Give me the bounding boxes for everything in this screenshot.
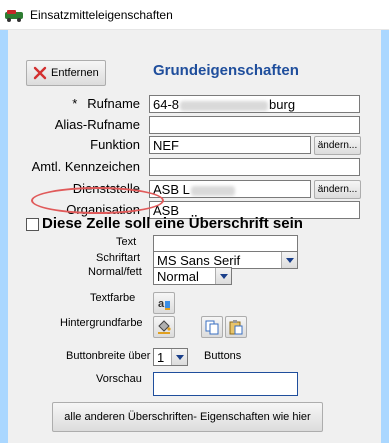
section-heading: Grundeigenschaften (153, 62, 299, 79)
chevron-down-icon[interactable] (281, 252, 297, 268)
heading-checkbox[interactable] (26, 218, 39, 231)
rufname-field[interactable]: 64-8 burg (149, 95, 360, 113)
text-label: Text (116, 236, 137, 248)
preview-box (153, 372, 298, 396)
buttonwidth-label: Buttonbreite über (66, 350, 151, 362)
paste-format-button[interactable] (225, 316, 247, 338)
style-label: Normal/fett (88, 266, 142, 278)
delete-button[interactable]: Entfernen (26, 60, 106, 86)
funktion-change-button[interactable]: ändern... (314, 136, 361, 155)
properties-pane: Entfernen Grundeigenschaften * Rufname 64… (8, 30, 381, 443)
funktion-field[interactable]: NEF (149, 136, 311, 154)
window-title: Einsatzmitteleigenschaften (30, 7, 173, 22)
background-color-button[interactable] (153, 316, 175, 338)
buttonwidth-select[interactable]: 1 (153, 348, 188, 366)
kennzeichen-label: Amtl. Kennzeichen (31, 159, 140, 174)
textcolor-label: Textfarbe (90, 292, 136, 304)
title-bar: Einsatzmitteleigenschaften (0, 0, 389, 30)
text-color-icon: a (158, 298, 170, 310)
delete-button-label: Entfernen (51, 67, 99, 79)
buttonwidth-unit: Buttons (204, 350, 242, 362)
dienststelle-field[interactable]: ASB L (149, 180, 311, 198)
rufname-label: * Rufname (72, 96, 140, 111)
bgcolor-label: Hintergrundfarbe (60, 317, 143, 329)
required-mark: * (72, 96, 78, 111)
svg-text:a: a (158, 298, 165, 310)
apply-all-headings-button[interactable]: alle anderen Überschriften- Eigenschafte… (52, 402, 323, 432)
funktion-label: Funktion (90, 137, 140, 152)
paint-bucket-icon (158, 320, 171, 334)
chevron-down-icon[interactable] (215, 268, 231, 284)
heading-checkbox-label: Diese Zelle soll eine Überschrift sein (42, 215, 303, 232)
text-color-button[interactable]: a (153, 292, 175, 314)
style-select[interactable]: Normal (153, 267, 232, 285)
dienststelle-change-button[interactable]: ändern... (314, 180, 361, 199)
preview-label: Vorschau (96, 373, 142, 385)
chevron-down-icon[interactable] (171, 349, 187, 365)
font-label: Schriftart (96, 252, 141, 264)
kennzeichen-field[interactable] (149, 158, 360, 176)
close-icon (33, 66, 47, 80)
redacted-text (180, 100, 269, 111)
alias-field[interactable] (149, 116, 360, 134)
copy-icon (205, 320, 219, 335)
paste-icon (229, 320, 243, 335)
copy-format-button[interactable] (201, 316, 223, 338)
highlight-ring (31, 187, 164, 214)
alias-label: Alias-Rufname (54, 117, 140, 132)
app-icon (5, 9, 23, 22)
redacted-text (190, 185, 235, 196)
